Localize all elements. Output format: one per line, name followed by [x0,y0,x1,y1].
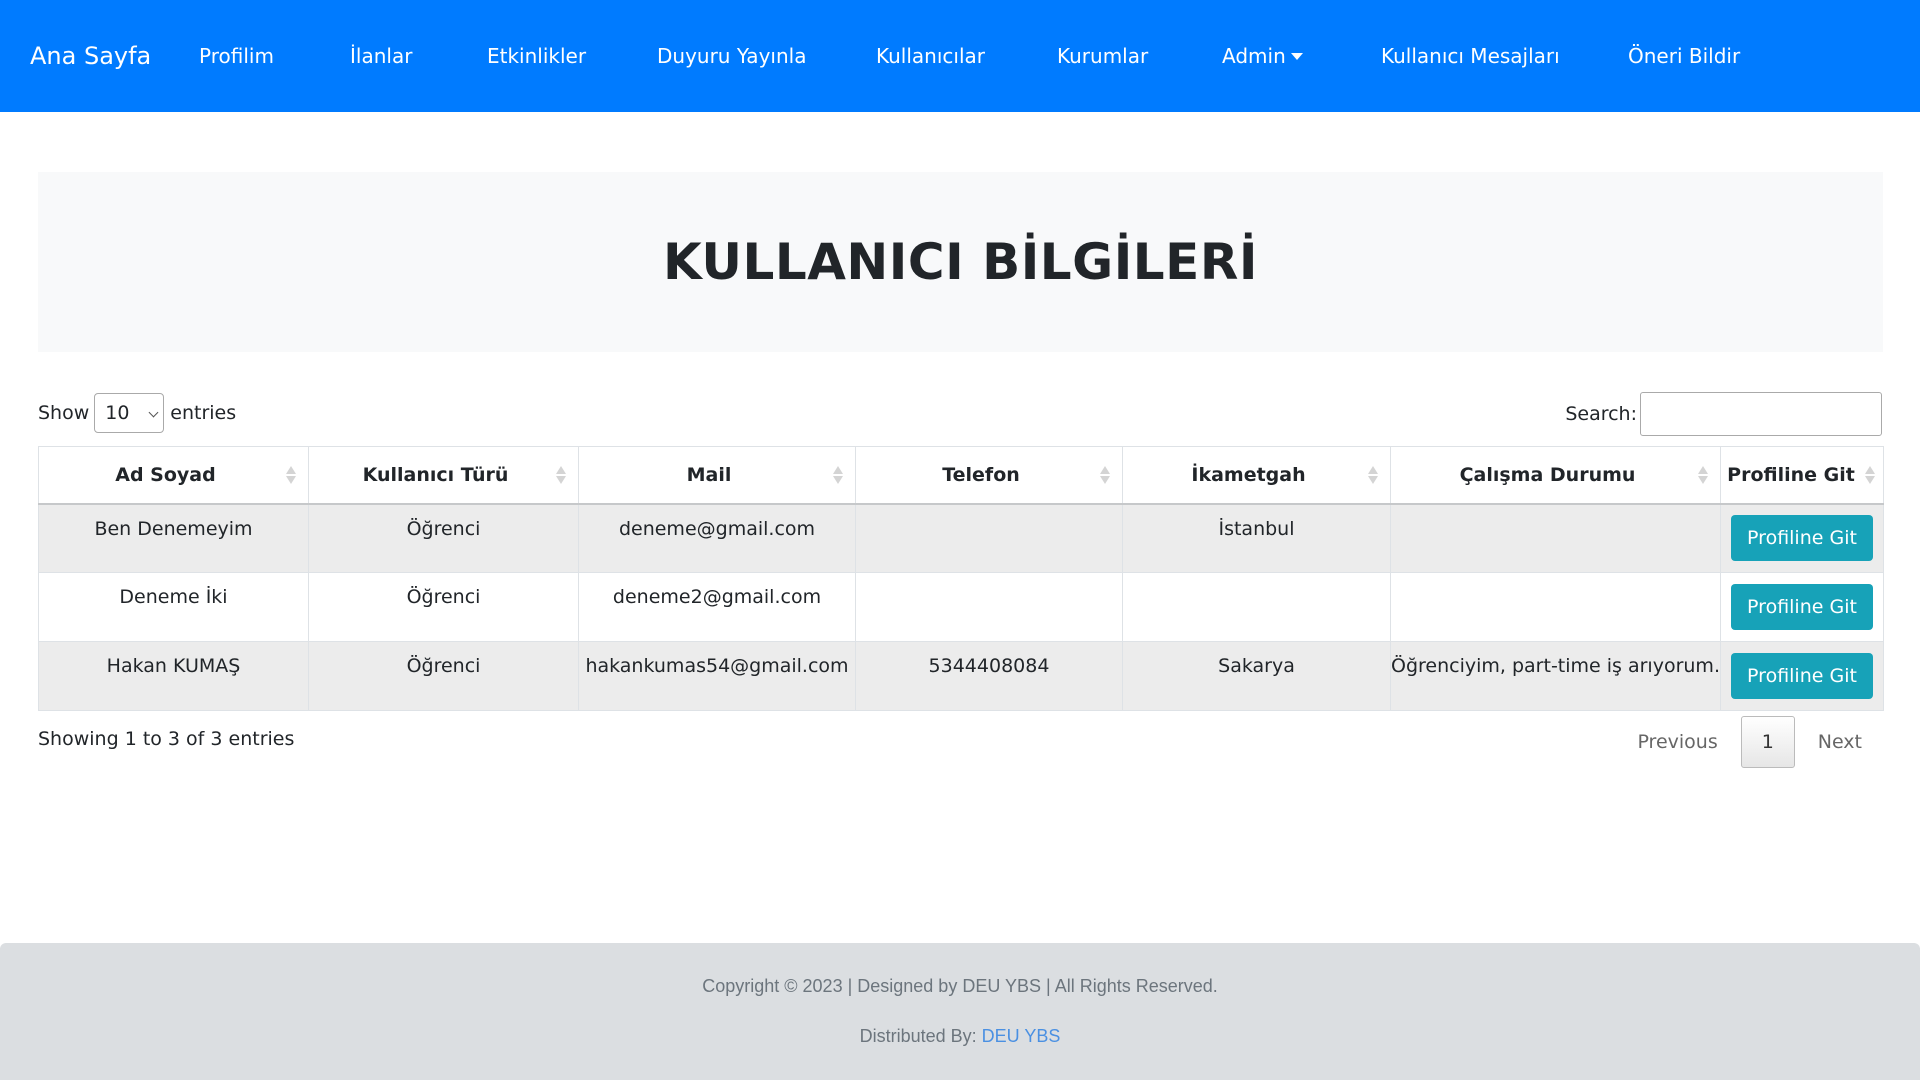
search-filter: Search: [1565,392,1882,436]
search-label: Search: [1565,403,1637,425]
sort-icon [286,465,296,485]
cell-kullanici-turu: Öğrenci [308,572,579,642]
profile-button[interactable]: Profiline Git [1731,584,1873,630]
footer-distributed-label: Distributed By: [859,1026,977,1046]
cell-ad-soyad: Hakan KUMAŞ [38,641,309,711]
profile-button[interactable]: Profiline Git [1731,515,1873,562]
column-header-telefon[interactable]: Telefon [855,446,1123,505]
nav-item-duyuru-yayinla[interactable]: Duyuru Yayınla [657,0,806,112]
sort-icon [1698,465,1708,485]
cell-telefon [855,572,1123,642]
pagination: Previous 1 Next [1614,716,1882,768]
cell-mail: deneme@gmail.com [578,503,856,573]
entries-length-control: Show 10 entries [38,392,236,433]
entries-select[interactable]: 10 [94,392,165,433]
column-header-label: Telefon [942,463,1020,486]
pagination-previous[interactable]: Previous [1614,731,1740,753]
cell-telefon: 5344408084 [855,641,1123,711]
entries-select-value: 10 [105,401,130,424]
pagination-page-current[interactable]: 1 [1740,716,1795,768]
caret-down-icon [1290,52,1303,60]
table-row: Hakan KUMAŞ Öğrenci hakankumas54@gmail.c… [38,641,1884,711]
nav-item-admin-label: Admin [1222,44,1286,68]
page-title: KULLANICI BİLGİLERİ [663,233,1258,291]
column-header-label: Kullanıcı Türü [362,463,509,486]
cell-ikametgah: İstanbul [1122,503,1391,573]
nav-item-etkinlikler[interactable]: Etkinlikler [487,0,586,112]
cell-ad-soyad: Deneme İki [38,572,309,642]
sort-icon [833,465,843,485]
page-header: KULLANICI BİLGİLERİ [38,172,1883,352]
cell-calisma-durumu [1390,503,1721,573]
cell-mail: deneme2@gmail.com [578,572,856,642]
cell-kullanici-turu: Öğrenci [308,641,579,711]
chevron-down-icon [148,407,159,417]
cell-kullanici-turu: Öğrenci [308,503,579,573]
cell-action: Profiline Git [1720,503,1884,573]
nav-brand-home[interactable]: Ana Sayfa [30,0,151,112]
cell-calisma-durumu [1390,572,1721,642]
sort-icon [1368,465,1378,485]
pagination-next[interactable]: Next [1795,731,1882,753]
nav-item-oneri-bildir[interactable]: Öneri Bildir [1628,0,1740,112]
table-row: Ben Denemeyim Öğrenci deneme@gmail.com İ… [38,503,1884,573]
nav-item-profilim[interactable]: Profilim [199,0,274,112]
nav-item-kullanici-mesajlari[interactable]: Kullanıcı Mesajları [1381,0,1560,112]
page-footer: Copyright © 2023 | Designed by DEU YBS |… [0,943,1920,1080]
column-header-label: Ad Soyad [115,463,216,486]
nav-item-ilanlar[interactable]: İlanlar [350,0,412,112]
column-header-profiline-git[interactable]: Profiline Git [1720,446,1884,505]
nav-item-kurumlar[interactable]: Kurumlar [1057,0,1148,112]
column-header-ikametgah[interactable]: İkametgah [1122,446,1391,505]
column-header-label: Profiline Git [1727,463,1855,486]
cell-ikametgah [1122,572,1391,642]
cell-action: Profiline Git [1720,641,1884,711]
column-header-label: Mail [686,463,732,486]
cell-ikametgah: Sakarya [1122,641,1391,711]
nav-item-kullanicilar[interactable]: Kullanıcılar [876,0,985,112]
cell-calisma-durumu: Öğrenciyim, part-time iş arıyorum. [1390,641,1721,711]
table-row: Deneme İki Öğrenci deneme2@gmail.com Pro… [38,572,1884,642]
nav-item-admin-dropdown[interactable]: Admin [1222,0,1303,112]
table-info: Showing 1 to 3 of 3 entries [38,728,295,750]
sort-icon [1100,465,1110,485]
column-header-ad-soyad[interactable]: Ad Soyad [38,446,309,505]
sort-icon [556,465,566,485]
profile-button[interactable]: Profiline Git [1731,653,1873,699]
entries-label: entries [170,401,237,424]
cell-ad-soyad: Ben Denemeyim [38,503,309,573]
footer-copyright: Copyright © 2023 | Designed by DEU YBS |… [702,976,1218,996]
column-header-mail[interactable]: Mail [578,446,856,505]
cell-mail: hakankumas54@gmail.com [578,641,856,711]
show-label: Show [38,401,90,424]
cell-action: Profiline Git [1720,572,1884,642]
cell-telefon [855,503,1123,573]
column-header-label: İkametgah [1191,463,1306,486]
sort-icon [1865,465,1875,485]
users-table: Ad Soyad Kullanıcı Türü Mail Telefon İka… [38,446,1884,711]
footer-distributed-link[interactable]: DEU YBS [982,1026,1061,1046]
footer-distributed: Distributed By: DEU YBS [0,1026,1920,1047]
table-header-row: Ad Soyad Kullanıcı Türü Mail Telefon İka… [38,446,1884,505]
column-header-label: Çalışma Durumu [1459,463,1636,486]
top-navbar: Ana Sayfa Profilim İlanlar Etkinlikler D… [0,0,1920,112]
search-input[interactable] [1640,392,1882,436]
column-header-kullanici-turu[interactable]: Kullanıcı Türü [308,446,579,505]
column-header-calisma-durumu[interactable]: Çalışma Durumu [1390,446,1721,505]
